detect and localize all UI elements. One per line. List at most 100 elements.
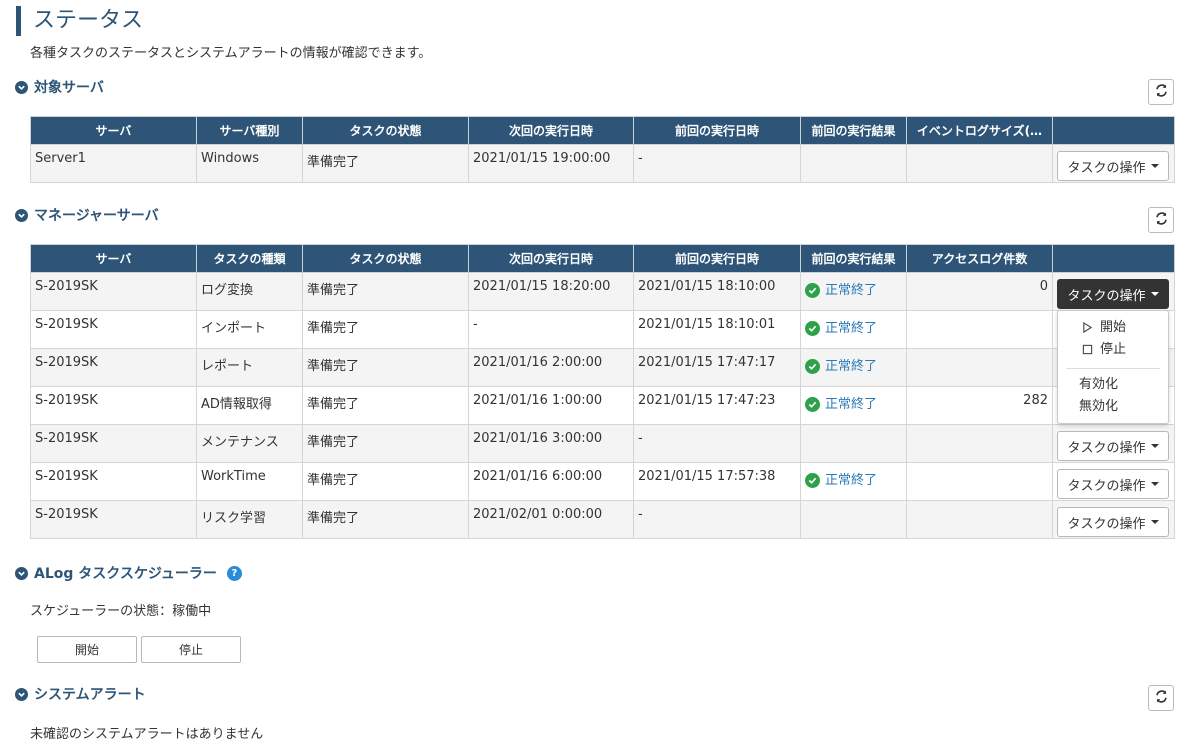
table-row: S-2019SK リスク学習 準備完了 2021/02/01 0:00:00 -… xyxy=(30,500,1175,539)
cell-prev-run: 2021/01/15 17:47:17 xyxy=(633,348,801,387)
section-system-alert-header[interactable]: システムアラート xyxy=(15,684,146,704)
cell-action: タスクの操作 xyxy=(1052,462,1175,501)
column-header[interactable]: イベントログサイズ(… xyxy=(906,116,1053,145)
caret-down-icon xyxy=(1150,444,1159,448)
result-link[interactable]: 正常終了 xyxy=(825,393,877,412)
target-servers-table: サーバ サーバ種別 タスクの状態 次回の実行日時 前回の実行日時 前回の実行結果… xyxy=(30,116,1175,183)
task-operation-dropdown: 開始 停止 有効化 無効化 xyxy=(1057,310,1169,424)
section-title: ALog タスクスケジューラー xyxy=(34,566,217,582)
cell-task-state: 準備完了 xyxy=(302,386,469,425)
cell-prev-result: 正常終了 xyxy=(800,310,907,349)
table-row: S-2019SK メンテナンス 準備完了 2021/01/16 3:00:00 … xyxy=(30,424,1175,463)
dropdown-item-disable[interactable]: 無効化 xyxy=(1058,397,1168,417)
cell-prev-run: - xyxy=(633,144,801,183)
refresh-manager-servers-button[interactable] xyxy=(1148,207,1174,233)
table-row: S-2019SK インポート 準備完了 - 2021/01/15 18:10:0… xyxy=(30,310,1175,349)
task-operation-button[interactable]: タスクの操作 xyxy=(1057,507,1169,537)
cell-next-run: 2021/01/15 18:20:00 xyxy=(468,272,634,311)
section-scheduler-header[interactable]: ALog タスクスケジューラー ? xyxy=(15,563,242,583)
result-success[interactable]: 正常終了 xyxy=(805,317,902,336)
dropdown-item-start[interactable]: 開始 xyxy=(1058,318,1168,338)
cell-server: S-2019SK xyxy=(30,386,197,425)
cell-action: タスクの操作 xyxy=(1052,144,1175,183)
scheduler-stop-button[interactable]: 停止 xyxy=(141,636,241,663)
column-header[interactable]: タスクの種類 xyxy=(196,244,303,273)
check-circle-icon xyxy=(805,358,820,374)
cell-next-run: 2021/01/16 1:00:00 xyxy=(468,386,634,425)
caret-down-icon xyxy=(1150,520,1159,524)
task-operation-label: タスクの操作 xyxy=(1067,516,1146,532)
caret-down-icon xyxy=(1150,164,1159,168)
result-link[interactable]: 正常終了 xyxy=(825,279,877,298)
dropdown-item-stop[interactable]: 停止 xyxy=(1058,340,1168,360)
column-header[interactable]: アクセスログ件数 xyxy=(906,244,1053,273)
section-title: システムアラート xyxy=(34,687,146,703)
result-success[interactable]: 正常終了 xyxy=(805,469,902,488)
column-header[interactable]: 前回の実行結果 xyxy=(800,116,907,145)
cell-prev-run: - xyxy=(633,500,801,539)
cell-prev-run: 2021/01/15 18:10:00 xyxy=(633,272,801,311)
cell-server: S-2019SK xyxy=(30,348,197,387)
cell-task-state: 準備完了 xyxy=(302,144,469,183)
cell-next-run: 2021/01/15 19:00:00 xyxy=(468,144,634,183)
cell-server: Server1 xyxy=(30,144,197,183)
dropdown-item-label: 停止 xyxy=(1100,342,1127,357)
result-success[interactable]: 正常終了 xyxy=(805,355,902,374)
chevron-down-icon xyxy=(15,208,28,222)
scheduler-start-button[interactable]: 開始 xyxy=(37,636,137,663)
cell-action: タスクの操作 xyxy=(1052,424,1175,463)
cell-next-run: 2021/01/16 2:00:00 xyxy=(468,348,634,387)
result-link[interactable]: 正常終了 xyxy=(825,317,877,336)
cell-prev-result: 正常終了 xyxy=(800,462,907,501)
cell-task-type: メンテナンス xyxy=(196,424,303,463)
refresh-target-servers-button[interactable] xyxy=(1148,79,1174,105)
cell-prev-result: 正常終了 xyxy=(800,348,907,387)
table-row: S-2019SK レポート 準備完了 2021/01/16 2:00:00 20… xyxy=(30,348,1175,387)
cell-accesslog-count xyxy=(906,462,1053,501)
column-header[interactable]: 次回の実行日時 xyxy=(468,116,634,145)
cell-next-run: - xyxy=(468,310,634,349)
result-success[interactable]: 正常終了 xyxy=(805,393,902,412)
cell-next-run: 2021/01/16 3:00:00 xyxy=(468,424,634,463)
column-header[interactable]: 前回の実行結果 xyxy=(800,244,907,273)
cell-task-state: 準備完了 xyxy=(302,310,469,349)
column-header[interactable]: 前回の実行日時 xyxy=(633,244,801,273)
cell-prev-run: 2021/01/15 17:47:23 xyxy=(633,386,801,425)
task-operation-label: タスクの操作 xyxy=(1067,160,1146,176)
page-title: ステータス xyxy=(16,6,143,36)
cell-next-run: 2021/02/01 0:00:00 xyxy=(468,500,634,539)
refresh-system-alert-button[interactable] xyxy=(1148,685,1174,711)
column-header[interactable]: サーバ xyxy=(30,116,197,145)
chevron-down-icon xyxy=(15,566,28,580)
caret-down-icon xyxy=(1150,292,1159,296)
task-operation-button[interactable]: タスクの操作 xyxy=(1057,279,1169,309)
dropdown-divider xyxy=(1066,368,1160,369)
dropdown-item-label: 無効化 xyxy=(1079,399,1119,414)
result-link[interactable]: 正常終了 xyxy=(825,469,877,488)
cell-prev-result: 正常終了 xyxy=(800,386,907,425)
help-icon[interactable]: ? xyxy=(226,565,242,581)
result-success[interactable]: 正常終了 xyxy=(805,279,902,298)
table-row: S-2019SK WorkTime 準備完了 2021/01/16 6:00:0… xyxy=(30,462,1175,501)
cell-accesslog-count xyxy=(906,310,1053,349)
dropdown-item-enable[interactable]: 有効化 xyxy=(1058,375,1168,395)
dropdown-item-label: 有効化 xyxy=(1079,377,1119,392)
task-operation-button[interactable]: タスクの操作 xyxy=(1057,151,1169,181)
task-operation-button[interactable]: タスクの操作 xyxy=(1057,469,1169,499)
section-manager-servers-header[interactable]: マネージャーサーバ xyxy=(15,205,159,225)
column-header[interactable]: 前回の実行日時 xyxy=(633,116,801,145)
result-link[interactable]: 正常終了 xyxy=(825,355,877,374)
section-target-servers-header[interactable]: 対象サーバ xyxy=(15,77,104,97)
column-header[interactable]: タスクの状態 xyxy=(302,244,469,273)
column-header[interactable]: 次回の実行日時 xyxy=(468,244,634,273)
cell-action: タスクの操作 xyxy=(1052,500,1175,539)
cell-task-type: ログ変換 xyxy=(196,272,303,311)
cell-accesslog-count: 0 xyxy=(906,272,1053,311)
column-header[interactable]: タスクの状態 xyxy=(302,116,469,145)
column-header[interactable]: サーバ xyxy=(30,244,197,273)
task-operation-button[interactable]: タスクの操作 xyxy=(1057,431,1169,461)
section-title: 対象サーバ xyxy=(34,80,104,96)
table-row: Server1 Windows 準備完了 2021/01/15 19:00:00… xyxy=(30,144,1175,183)
column-header[interactable]: サーバ種別 xyxy=(196,116,303,145)
cell-task-state: 準備完了 xyxy=(302,272,469,311)
